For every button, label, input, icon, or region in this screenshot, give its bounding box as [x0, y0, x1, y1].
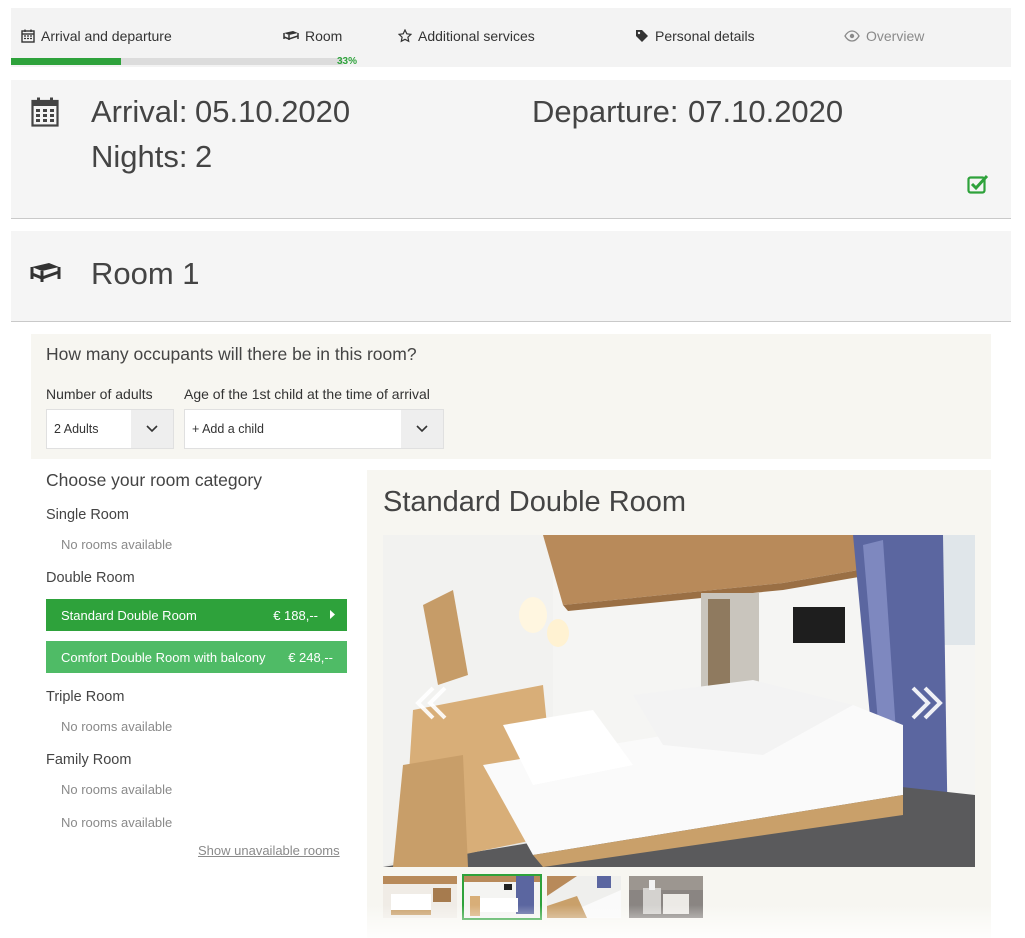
step-additional-services[interactable]: Additional services: [398, 28, 535, 44]
category-triple: Triple Room: [46, 689, 125, 705]
room-detail: Standard Double Room: [367, 470, 991, 938]
child-age-select[interactable]: + Add a child: [184, 409, 444, 449]
step-personal-details[interactable]: Personal details: [635, 28, 755, 44]
progress-percent: 33%: [337, 56, 358, 67]
progress-fill: [11, 58, 121, 65]
category-double: Double Room: [46, 570, 135, 586]
adults-select[interactable]: 2 Adults: [46, 409, 174, 449]
room-title: Room 1: [91, 256, 200, 291]
choose-category-heading: Choose your room category: [46, 470, 262, 490]
room-detail-title: Standard Double Room: [383, 486, 687, 518]
booking-steps: Arrival and departure Room Additional se…: [11, 8, 1011, 67]
step-arrival-departure[interactable]: Arrival and departure: [21, 28, 172, 44]
calendar-icon: [21, 29, 35, 43]
thumbnail-4[interactable]: [629, 876, 703, 918]
step-label: Overview: [866, 28, 925, 44]
occupants-section: How many occupants will there be in this…: [31, 334, 991, 459]
room-option-standard-double[interactable]: Standard Double Room € 188,--: [46, 599, 347, 631]
room-option-price: € 248,--: [288, 650, 333, 665]
no-rooms-available: No rooms available: [61, 719, 173, 734]
thumbnail-1[interactable]: [383, 876, 457, 918]
arrival-departure-panel[interactable]: Arrival: 05.10.2020 Departure: 07.10.202…: [11, 80, 1011, 219]
calendar-icon: [31, 97, 59, 127]
departure-label: Departure:: [532, 94, 679, 129]
room-photo: [383, 535, 975, 867]
show-unavailable-rooms-link[interactable]: Show unavailable rooms: [198, 843, 340, 858]
departure-date: 07.10.2020: [688, 94, 844, 129]
step-overview[interactable]: Overview: [844, 28, 924, 44]
category-family: Family Room: [46, 752, 132, 768]
nights-label: Nights:: [91, 139, 188, 174]
bed-icon: [30, 263, 61, 282]
child-select-value: + Add a child: [192, 422, 264, 436]
no-rooms-available: No rooms available: [61, 815, 173, 830]
category-single: Single Room: [46, 507, 130, 523]
step-label: Personal details: [655, 28, 755, 44]
step-label: Arrival and departure: [41, 28, 172, 44]
step-room[interactable]: Room: [283, 28, 342, 44]
room-option-name: Comfort Double Room with balcony: [61, 649, 266, 665]
arrival-label: Arrival:: [91, 94, 188, 129]
adults-select-value: 2 Adults: [54, 422, 99, 436]
chevron-down-icon[interactable]: [131, 410, 173, 448]
bed-icon: [283, 31, 299, 40]
nights-value: 2: [195, 139, 213, 174]
adults-label: Number of adults: [46, 386, 153, 402]
arrival-date: 05.10.2020: [195, 94, 351, 129]
thumbnail-3[interactable]: [547, 876, 621, 918]
occupants-question: How many occupants will there be in this…: [46, 344, 417, 364]
eye-icon: [844, 30, 860, 42]
no-rooms-available: No rooms available: [61, 537, 173, 552]
thumbnail-2[interactable]: [462, 874, 542, 920]
caret-right-icon: [330, 610, 335, 619]
child-age-label: Age of the 1st child at the time of arri…: [184, 386, 430, 402]
room-option-price: € 188,--: [273, 608, 318, 623]
room-option-name: Standard Double Room: [61, 607, 197, 623]
chevron-down-icon[interactable]: [401, 410, 443, 448]
step-label: Additional services: [418, 28, 535, 44]
no-rooms-available: No rooms available: [61, 782, 173, 797]
progress-bar: [11, 58, 343, 65]
room-panel[interactable]: Room 1: [11, 231, 1011, 322]
room-option-comfort-double[interactable]: Comfort Double Room with balcony € 248,-…: [46, 641, 347, 673]
step-label: Room: [305, 28, 343, 44]
star-icon: [398, 29, 412, 43]
tag-icon: [636, 30, 648, 42]
checkmark-icon: [967, 174, 989, 194]
